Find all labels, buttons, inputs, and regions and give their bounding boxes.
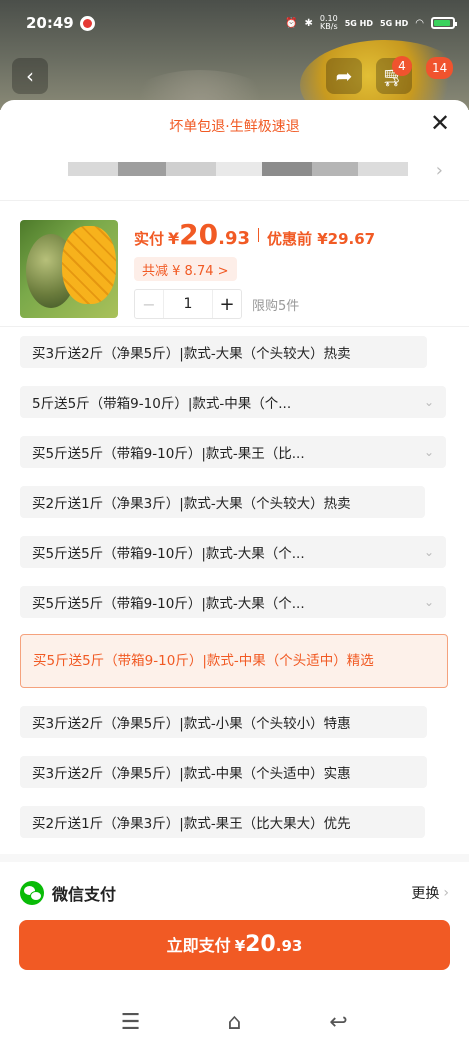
- address-mask-block: [166, 162, 216, 176]
- payment-method-name: 微信支付: [52, 885, 117, 904]
- sku-option[interactable]: 买2斤送1斤（净果3斤）|款式-大果（个头较大）热卖: [20, 486, 425, 518]
- mango-image: [62, 226, 116, 304]
- divider: [0, 326, 469, 327]
- sku-option-label: 买3斤送2斤（净果5斤）|款式-中果（个头适中）实惠: [32, 766, 351, 782]
- sku-option-label: 买5斤送5斤（带箱9-10斤）|款式-果王（比...: [32, 446, 305, 462]
- sku-option-label: 5斤送5斤（带箱9-10斤）|款式-中果（个...: [32, 396, 292, 412]
- sku-option[interactable]: 买5斤送5斤（带箱9-10斤）|款式-果王（比... ⌄: [20, 436, 446, 468]
- home-icon[interactable]: ⌂: [218, 1005, 252, 1039]
- promo-banner: 坏单包退·生鲜极速退: [169, 119, 300, 135]
- battery-icon: [431, 17, 457, 29]
- sku-option[interactable]: 买3斤送2斤（净果5斤）|款式-中果（个头适中）实惠: [20, 756, 427, 788]
- sku-option-label: 买3斤送2斤（净果5斤）|款式-大果（个头较大）热卖: [32, 346, 351, 362]
- pay-now-button[interactable]: 立即支付 ¥ 20 .93: [19, 920, 450, 970]
- sku-option-label: 买2斤送1斤（净果3斤）|款式-大果（个头较大）热卖: [32, 496, 351, 512]
- sku-option[interactable]: 5斤送5斤（带箱9-10斤）|款式-中果（个... ⌄: [20, 386, 446, 418]
- original-price: 优惠前 ¥29.67: [267, 230, 376, 248]
- purchase-limit: 限购5件: [252, 299, 300, 314]
- wifi-icon: ◠: [415, 17, 424, 29]
- sku-option-label: 买5斤送5斤（带箱9-10斤）|款式-大果（个...: [32, 596, 305, 612]
- change-payment-link[interactable]: 更换: [411, 883, 439, 903]
- divider: [0, 200, 469, 201]
- quantity-input[interactable]: 1: [163, 290, 213, 318]
- sku-option-label: 买2斤送1斤（净果3斤）|款式-果王（比大果大）优先: [32, 816, 351, 832]
- back-button[interactable]: ‹: [12, 58, 48, 94]
- purchase-sheet: 坏单包退·生鲜极速退 ✕ › 实付 ¥ 20 .93 优惠前 ¥29.67 共减…: [0, 100, 469, 1044]
- pay-button-amount-dec: .93: [275, 937, 303, 955]
- decrease-button[interactable]: −: [135, 295, 163, 314]
- pay-button-currency: ¥: [234, 937, 246, 955]
- menu-icon[interactable]: ☰: [114, 1005, 148, 1039]
- close-icon: ✕: [429, 109, 451, 137]
- cart-count-badge: 4: [392, 56, 412, 76]
- sku-option[interactable]: 买5斤送5斤（带箱9-10斤）|款式-大果（个... ⌄: [20, 586, 446, 618]
- sku-option[interactable]: 买3斤送2斤（净果5斤）|款式-大果（个头较大）热卖: [20, 336, 427, 368]
- chevron-right-icon: ›: [443, 885, 449, 901]
- sku-option[interactable]: 买2斤送1斤（净果3斤）|款式-果王（比大果大）优先: [20, 806, 425, 838]
- bluetooth-icon: ✱: [304, 17, 313, 29]
- quantity-stepper: − 1 +: [134, 289, 242, 319]
- status-icons: ⏰ ✱ 0.10 KB/s 5G HD 5G HD ◠: [285, 15, 457, 31]
- sku-option[interactable]: 买5斤送5斤（带箱9-10斤）|款式-大果（个... ⌄: [20, 536, 446, 568]
- sku-option[interactable]: 买3斤送2斤（净果5斤）|款式-小果（个头较小）特惠: [20, 706, 427, 738]
- sku-option-label: 买3斤送2斤（净果5斤）|款式-小果（个头较小）特惠: [32, 716, 351, 732]
- address-mask-block: [118, 162, 166, 176]
- back-icon[interactable]: ↩: [322, 1005, 356, 1039]
- discount-badge[interactable]: 共减 ¥ 8.74 >: [134, 257, 237, 281]
- status-bar: 20:49 ⏰ ✱ 0.10 KB/s 5G HD 5G HD ◠: [0, 0, 469, 46]
- address-mask-block: [312, 162, 358, 176]
- close-button[interactable]: ✕: [427, 110, 453, 136]
- chevron-down-icon: ⌄: [423, 545, 434, 559]
- pay-button-label: 立即支付: [166, 936, 231, 955]
- sku-option-label: 买5斤送5斤（带箱9-10斤）|款式-大果（个...: [32, 546, 305, 562]
- chevron-left-icon: ‹: [26, 64, 34, 88]
- wechat-pay-icon: [20, 881, 44, 905]
- address-mask-block: [216, 162, 262, 176]
- notification-app-icon: [79, 15, 95, 31]
- price-decimal: .93: [218, 228, 251, 249]
- address-mask-block: [358, 162, 408, 176]
- sku-option[interactable]: 买5斤送5斤（带箱9-10斤）|款式-中果（个头适中）精选: [20, 634, 448, 688]
- chevron-down-icon: ⌄: [423, 595, 434, 609]
- signal-1: 5G HD: [344, 18, 373, 28]
- address-mask-block: [262, 162, 312, 176]
- price-integer: 20: [179, 218, 219, 251]
- price-row: 实付 ¥ 20 .93 优惠前 ¥29.67: [134, 218, 375, 251]
- pay-button-amount-int: 20: [245, 932, 276, 957]
- sku-option-label: 买5斤送5斤（带箱9-10斤）|款式-中果（个头适中）精选: [33, 653, 374, 669]
- payment-method-row[interactable]: 微信支付 更换 ›: [0, 866, 469, 920]
- share-icon: ➦: [335, 64, 353, 88]
- network-speed-unit: KB/s: [320, 22, 338, 31]
- address-mask-block: [68, 162, 118, 176]
- price-currency: ¥: [168, 229, 180, 248]
- alarm-icon: ⏰: [285, 17, 298, 29]
- status-time: 20:49: [26, 14, 74, 32]
- more-count-badge[interactable]: 14: [426, 57, 454, 79]
- system-nav-bar: ☰ ⌂ ↩: [0, 1000, 469, 1044]
- share-button[interactable]: ➦: [326, 58, 362, 94]
- section-divider: [0, 854, 469, 862]
- chevron-right-icon[interactable]: ›: [436, 160, 443, 181]
- paid-label: 实付: [134, 230, 165, 248]
- increase-button[interactable]: +: [213, 294, 241, 315]
- product-thumbnail[interactable]: [20, 220, 118, 318]
- signal-2: 5G HD: [380, 18, 409, 28]
- chevron-down-icon: ⌄: [423, 445, 434, 459]
- network-speed: 0.10 KB/s: [320, 15, 338, 31]
- price-separator: [258, 227, 260, 242]
- chevron-down-icon: ⌄: [423, 395, 434, 409]
- address-masked[interactable]: [68, 162, 408, 176]
